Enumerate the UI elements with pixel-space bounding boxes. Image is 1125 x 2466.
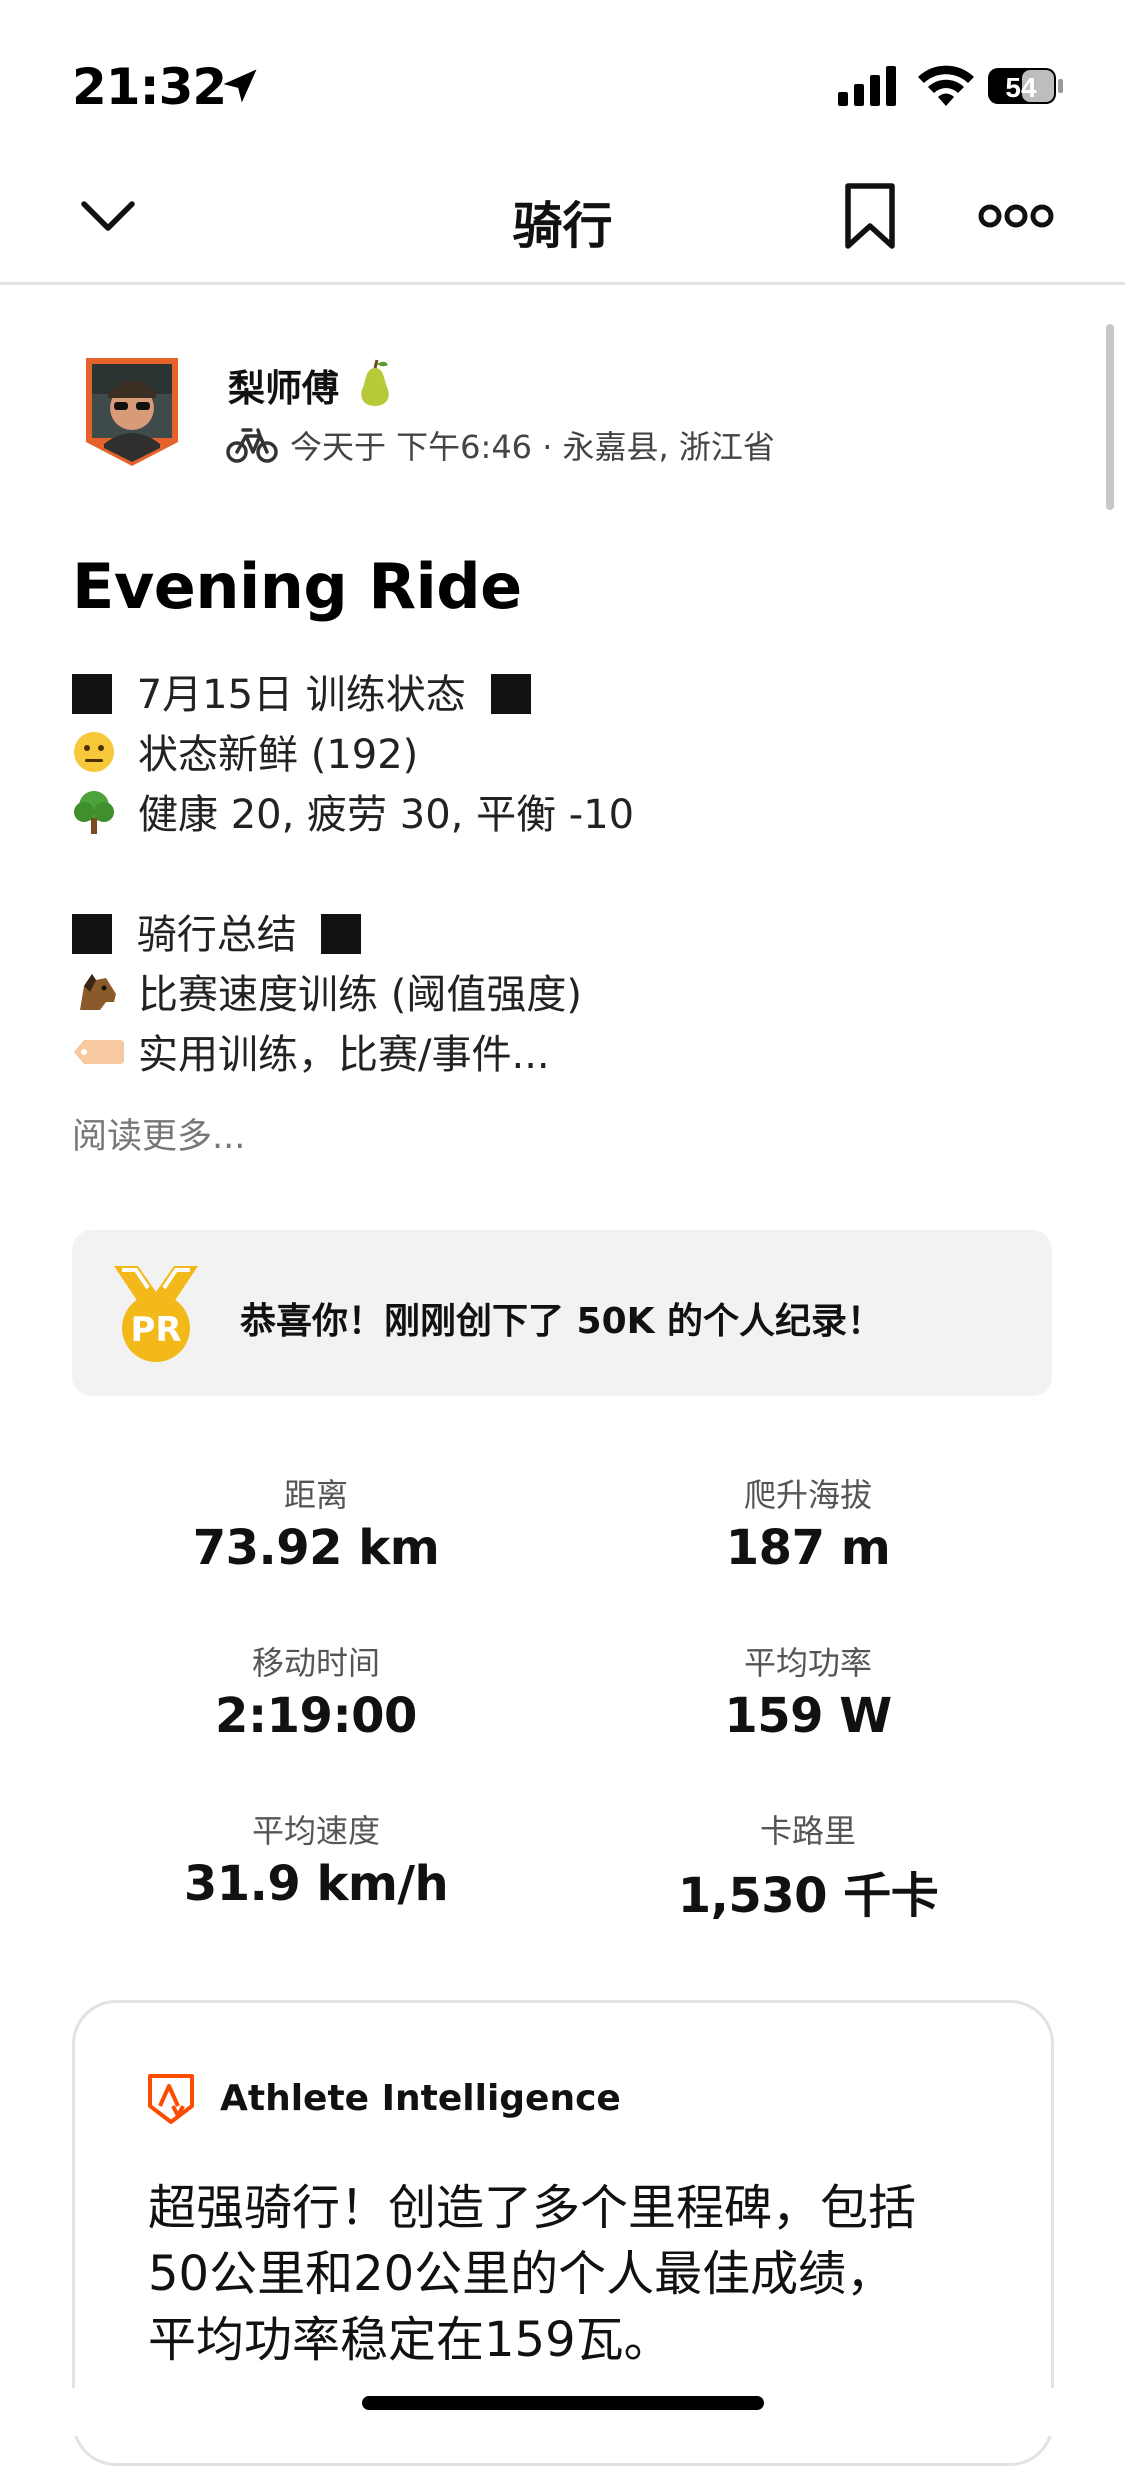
description-line: 7月15日 训练状态 xyxy=(72,662,531,720)
stat-value: 31.9 km/h xyxy=(183,1856,449,1912)
stat-value: 1,530 千卡 xyxy=(677,1868,939,1924)
wifi-icon xyxy=(918,65,974,106)
status-time: 21:32 xyxy=(72,58,227,116)
nav-divider xyxy=(0,282,1125,285)
description-text: 实用训练，比赛/事件... xyxy=(138,1032,550,1078)
stat-value: 159 W xyxy=(724,1688,892,1744)
read-more-link[interactable]: 阅读更多... xyxy=(72,1108,245,1159)
description-line: 状态新鲜 (192) xyxy=(72,722,418,780)
pr-badge-text: PR xyxy=(130,1310,181,1350)
stat-label: 平均速度 xyxy=(251,1812,380,1850)
tree-icon xyxy=(74,791,114,834)
home-indicator[interactable] xyxy=(362,2396,764,2410)
more-icon[interactable] xyxy=(978,198,1054,234)
pr-message: 恭喜你！刚刚创下了 50K 的个人纪录！ xyxy=(240,1301,884,1342)
bookmark-icon[interactable] xyxy=(842,180,898,252)
stat-label: 移动时间 xyxy=(251,1644,380,1682)
stat-value: 73.92 km xyxy=(192,1520,440,1576)
description-line: 实用训练，比赛/事件... xyxy=(72,1022,550,1080)
activity-title: Evening Ride xyxy=(72,550,522,623)
stat-label: 爬升海拔 xyxy=(743,1476,872,1514)
description-text: 状态新鲜 (192) xyxy=(138,732,419,778)
bike-icon xyxy=(226,428,278,463)
description-line: 比赛速度训练 (阈值强度) xyxy=(72,962,582,1020)
description-line: 骑行总结 xyxy=(72,902,362,960)
black-square-icon xyxy=(72,674,112,714)
athlete-name[interactable]: 梨师傅 xyxy=(228,358,339,412)
description-text: 比赛速度训练 (阈值强度) xyxy=(138,972,582,1018)
location-arrow-icon xyxy=(223,69,257,103)
stat-value: 187 m xyxy=(725,1520,891,1576)
stat-label: 距离 xyxy=(283,1476,348,1514)
stat-label: 卡路里 xyxy=(759,1812,856,1850)
description-line: 健康 20, 疲劳 30, 平衡 -10 xyxy=(72,782,634,840)
ai-summary-line: 超强骑行！创造了多个里程碑，包括 xyxy=(148,2180,917,2236)
battery-level: 54 xyxy=(1005,72,1037,103)
page-title: 骑行 xyxy=(512,197,613,255)
ai-summary-line: 平均功率稳定在159瓦。 xyxy=(148,2312,672,2368)
ai-summary-line: 50公里和20公里的个人最佳成绩， xyxy=(148,2246,895,2302)
avatar[interactable] xyxy=(78,352,186,470)
black-square-icon xyxy=(321,914,362,954)
battery-icon: 54 xyxy=(988,68,1063,104)
label-tag-icon xyxy=(74,1040,124,1064)
ai-card-title: Athlete Intelligence xyxy=(220,2078,621,2119)
cellular-signal-icon xyxy=(838,66,896,106)
description-text: 健康 20, 疲劳 30, 平衡 -10 xyxy=(138,792,635,838)
description-text: 骑行总结 xyxy=(136,912,297,958)
activity-meta: 今天于 下午6:46 · 永嘉县, 浙江省 xyxy=(290,428,775,466)
pr-medal-icon: PR xyxy=(114,1266,198,1362)
description-text: 7月15日 训练状态 xyxy=(136,672,466,718)
stat-label: 平均功率 xyxy=(743,1644,872,1682)
black-square-icon xyxy=(490,674,531,714)
horse-face-icon xyxy=(80,974,116,1010)
strava-logo-icon xyxy=(148,2074,194,2124)
neutral-face-icon xyxy=(74,732,114,772)
black-square-icon xyxy=(72,914,112,954)
stat-value: 2:19:00 xyxy=(215,1688,417,1744)
scrollbar[interactable] xyxy=(1106,324,1114,510)
pear-emoji-icon xyxy=(361,359,389,406)
